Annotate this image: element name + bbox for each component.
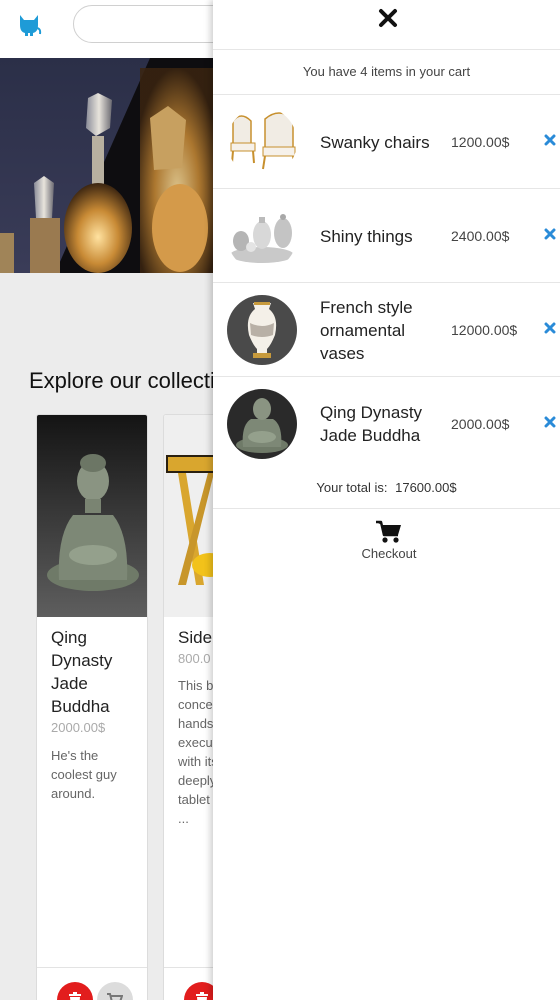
product-card[interactable]: Qing Dynasty Jade Buddha 2000.00$ He's t… xyxy=(36,414,148,1000)
checkout-button[interactable]: Checkout xyxy=(339,520,439,572)
trash-icon xyxy=(69,992,81,1000)
divider xyxy=(213,508,560,509)
remove-item-icon[interactable] xyxy=(543,415,557,429)
divider xyxy=(213,49,560,50)
remove-item-icon[interactable] xyxy=(543,321,557,335)
cart-item-name: Shiny things xyxy=(320,226,413,246)
cart-item-thumbnail xyxy=(227,295,297,365)
cart-item-price: 12000.00$ xyxy=(451,322,518,338)
cart-item-name: Qing Dynasty Jade Buddha xyxy=(320,403,423,445)
cart-item: Swanky chairs 1200.00$ xyxy=(213,94,560,188)
cart-icon xyxy=(376,520,401,543)
cart-list: Swanky chairs 1200.00$ Shiny things 2400… xyxy=(213,94,560,470)
trash-icon xyxy=(196,992,208,1000)
card-footer xyxy=(37,967,147,1000)
cart-total: Your total is: 17600.00$ xyxy=(213,480,560,495)
product-name[interactable]: Qing Dynasty Jade Buddha 2000.00$ xyxy=(51,626,141,736)
collection-title: Explore our collection xyxy=(29,368,240,393)
remove-item-icon[interactable] xyxy=(543,227,557,241)
cart-drawer: You have 4 items in your cart Swanky cha… xyxy=(213,0,560,1000)
cart-item: Qing Dynasty Jade Buddha 2000.00$ xyxy=(213,376,560,470)
add-to-cart-button[interactable] xyxy=(97,982,133,1000)
product-description: He's the coolest guy around. xyxy=(51,748,117,801)
cart-item: Shiny things 2400.00$ xyxy=(213,188,560,282)
cart-item-name: Swanky chairs xyxy=(320,132,430,152)
product-image xyxy=(37,415,147,617)
cart-item-price: 1200.00$ xyxy=(451,134,510,150)
cart-total-label: Your total is: xyxy=(316,480,388,495)
remove-item-icon[interactable] xyxy=(543,133,557,147)
cart-item: French style ornamental vases 12000.00$ xyxy=(213,282,560,376)
cart-icon xyxy=(107,993,123,1000)
cart-count-text: You have 4 items in your cart xyxy=(302,64,471,79)
delete-button[interactable] xyxy=(57,982,93,1000)
cart-item-thumbnail xyxy=(227,389,297,459)
cart-total-value: 17600.00$ xyxy=(395,480,457,495)
cart-item-thumbnail xyxy=(227,107,297,177)
cart-item-price: 2000.00$ xyxy=(451,416,510,432)
cart-item-thumbnail xyxy=(227,201,297,271)
cat-logo-icon[interactable] xyxy=(14,10,44,40)
product-price: 2000.00$ xyxy=(51,720,106,735)
hero-banner xyxy=(0,58,214,273)
checkout-label: Checkout xyxy=(361,546,417,561)
close-icon[interactable] xyxy=(376,6,400,30)
cart-item-price: 2400.00$ xyxy=(451,228,510,244)
cart-item-name: French style ornamental vases xyxy=(320,297,413,363)
